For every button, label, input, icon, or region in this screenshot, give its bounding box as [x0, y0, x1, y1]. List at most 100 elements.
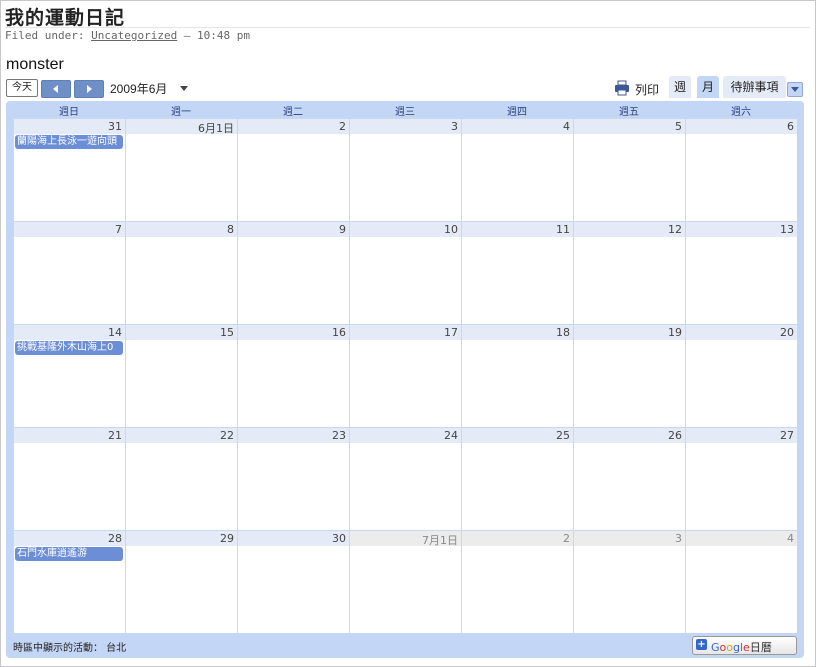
day-cell[interactable]: 23	[237, 427, 349, 530]
event-chip[interactable]: 蘭陽海上長泳一遊向頭	[15, 135, 123, 149]
day-cell[interactable]: 13	[685, 221, 797, 324]
day-cell[interactable]: 20	[685, 324, 797, 427]
day-number[interactable]: 4	[563, 120, 570, 133]
day-number[interactable]: 9	[339, 223, 346, 236]
day-number[interactable]: 3	[675, 532, 682, 545]
weekday-mon: 週一	[171, 107, 191, 118]
day-number[interactable]: 23	[332, 429, 346, 442]
day-number[interactable]: 18	[556, 326, 570, 339]
day-number[interactable]: 5	[675, 120, 682, 133]
week-row: 21 22 23 24 25 26 27	[13, 427, 797, 530]
day-cell[interactable]: 2	[461, 530, 573, 633]
day-number[interactable]: 25	[556, 429, 570, 442]
day-cell[interactable]: 7	[13, 221, 125, 324]
day-number[interactable]: 10	[444, 223, 458, 236]
tab-week[interactable]: 週	[669, 76, 691, 98]
day-number[interactable]: 6	[787, 120, 794, 133]
day-cell[interactable]: 12	[573, 221, 685, 324]
day-number-bar: 2	[462, 531, 573, 546]
day-cell[interactable]: 27	[685, 427, 797, 530]
day-number[interactable]: 3	[451, 120, 458, 133]
day-number[interactable]: 28	[108, 532, 122, 545]
day-number[interactable]: 14	[108, 326, 122, 339]
day-cell[interactable]: 14	[13, 324, 125, 427]
day-number[interactable]: 20	[780, 326, 794, 339]
day-number[interactable]: 4	[787, 532, 794, 545]
day-cell[interactable]: 6	[685, 118, 797, 221]
day-number[interactable]: 2	[339, 120, 346, 133]
day-cell[interactable]: 15	[125, 324, 237, 427]
day-cell[interactable]: 28	[13, 530, 125, 633]
day-number-bar: 24	[350, 428, 461, 443]
event-chip[interactable]: 石門水庫逍遙游	[15, 547, 123, 561]
day-cell[interactable]: 3	[573, 530, 685, 633]
day-number[interactable]: 2	[563, 532, 570, 545]
day-cell[interactable]: 8	[125, 221, 237, 324]
day-cell[interactable]: 6月1日	[125, 118, 237, 221]
day-cell[interactable]: 22	[125, 427, 237, 530]
day-number[interactable]: 29	[220, 532, 234, 545]
day-cell[interactable]: 4	[461, 118, 573, 221]
day-number[interactable]: 7	[115, 223, 122, 236]
day-number[interactable]: 30	[332, 532, 346, 545]
print-button[interactable]: 列印	[614, 79, 668, 97]
day-number[interactable]: 7月1日	[422, 532, 458, 548]
day-cell[interactable]: 26	[573, 427, 685, 530]
day-cell[interactable]: 5	[573, 118, 685, 221]
today-button[interactable]: 今天	[6, 79, 38, 97]
meta-time: — 10:48 pm	[177, 29, 251, 42]
day-number[interactable]: 12	[668, 223, 682, 236]
day-number[interactable]: 21	[108, 429, 122, 442]
day-cell[interactable]: 4	[685, 530, 797, 633]
day-number-bar: 20	[686, 325, 797, 340]
day-cell[interactable]: 16	[237, 324, 349, 427]
day-cell[interactable]: 10	[349, 221, 461, 324]
day-number[interactable]: 11	[556, 223, 570, 236]
day-cell[interactable]: 24	[349, 427, 461, 530]
day-number[interactable]: 17	[444, 326, 458, 339]
day-number[interactable]: 22	[220, 429, 234, 442]
week-row: 7 8 9 10 11 12 13	[13, 221, 797, 324]
day-number-bar: 6	[686, 119, 797, 134]
day-cell[interactable]: 18	[461, 324, 573, 427]
day-number[interactable]: 19	[668, 326, 682, 339]
day-number[interactable]: 26	[668, 429, 682, 442]
day-cell[interactable]: 29	[125, 530, 237, 633]
day-number[interactable]: 13	[780, 223, 794, 236]
day-number[interactable]: 15	[220, 326, 234, 339]
add-to-google-calendar-button[interactable]: + Google日曆	[692, 636, 797, 655]
day-cell[interactable]: 30	[237, 530, 349, 633]
plus-icon: +	[696, 639, 707, 650]
day-cell[interactable]: 2	[237, 118, 349, 221]
category-link[interactable]: Uncategorized	[91, 29, 177, 42]
tab-agenda[interactable]: 待辦事項	[723, 76, 786, 98]
day-number-bar: 8	[126, 222, 237, 237]
tab-month[interactable]: 月	[697, 76, 719, 98]
prev-month-button[interactable]	[41, 80, 71, 98]
day-cell[interactable]: 21	[13, 427, 125, 530]
day-cell[interactable]: 3	[349, 118, 461, 221]
day-number[interactable]: 27	[780, 429, 794, 442]
day-cell[interactable]: 7月1日	[349, 530, 461, 633]
day-cell[interactable]: 19	[573, 324, 685, 427]
month-dropdown-icon[interactable]	[180, 86, 188, 91]
day-cell[interactable]: 9	[237, 221, 349, 324]
printer-icon	[615, 80, 629, 96]
day-number[interactable]: 24	[444, 429, 458, 442]
day-cell[interactable]: 31	[13, 118, 125, 221]
day-cell[interactable]: 25	[461, 427, 573, 530]
month-grid: 31 6月1日 2 3 4 5 6 蘭陽海上長泳一遊向頭 7 8 9 10 11 12 13 14 15 16 17…	[13, 118, 797, 633]
calendar-menu-dropdown-icon[interactable]	[787, 82, 803, 97]
weekday-fri: 週五	[619, 107, 639, 118]
day-cell[interactable]: 17	[349, 324, 461, 427]
day-number[interactable]: 8	[227, 223, 234, 236]
next-month-button[interactable]	[74, 80, 104, 98]
day-number[interactable]: 6月1日	[198, 120, 234, 136]
day-cell[interactable]: 11	[461, 221, 573, 324]
day-number-bar: 12	[574, 222, 685, 237]
month-label[interactable]: 2009年6月	[110, 80, 167, 97]
day-number[interactable]: 31	[108, 120, 122, 133]
day-number[interactable]: 16	[332, 326, 346, 339]
day-number-bar: 31	[14, 119, 125, 134]
event-chip[interactable]: 挑戰基隆外木山海上0	[15, 341, 123, 355]
